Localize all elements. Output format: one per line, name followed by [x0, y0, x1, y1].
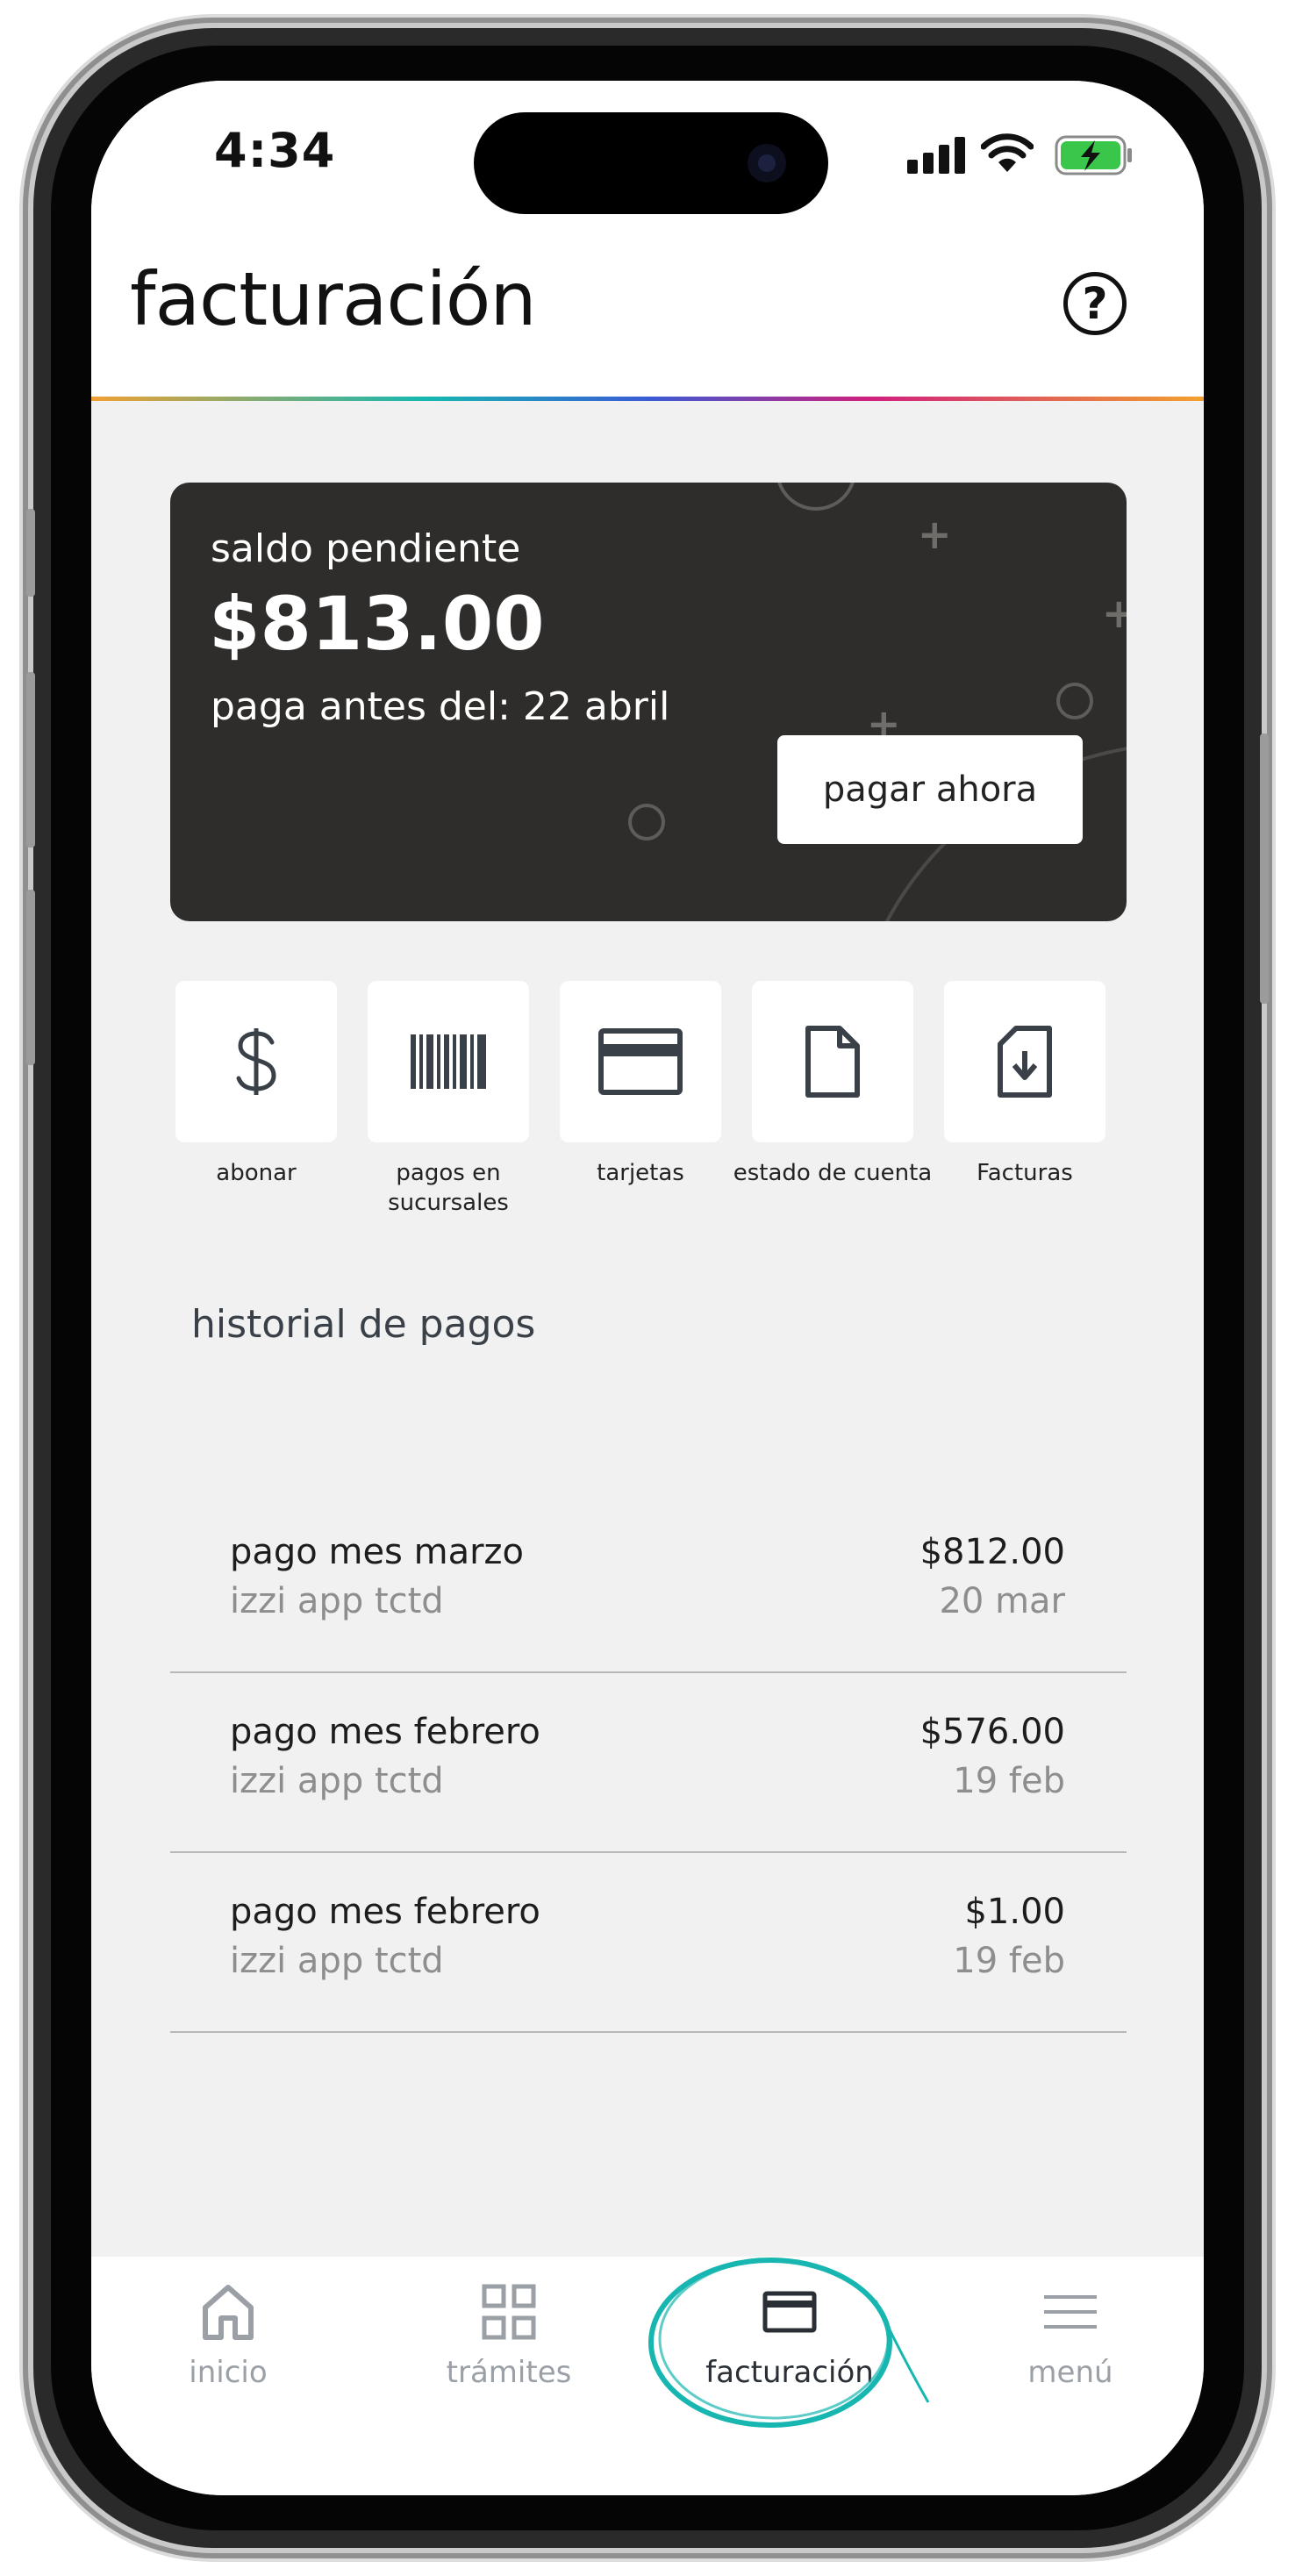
- question-circle-icon[interactable]: ?: [1063, 272, 1127, 335]
- abonar-button[interactable]: [175, 981, 337, 1142]
- quick-action-label: abonar: [216, 1160, 297, 1186]
- highlight-circle-annotation: [648, 2258, 930, 2428]
- history-item-date: 19 feb: [953, 1941, 1065, 1981]
- nav-menu[interactable]: menú: [956, 2257, 1184, 2415]
- pay-now-button[interactable]: pagar ahora: [777, 735, 1083, 844]
- nav-tramites[interactable]: trámites: [395, 2257, 623, 2415]
- history-item-amount: $1.00: [964, 1892, 1065, 1932]
- nav-label: menú: [1027, 2355, 1113, 2390]
- quick-action-label: estado de cuenta: [733, 1160, 933, 1186]
- nav-label: trámites: [446, 2355, 572, 2390]
- due-date-text: paga antes del: 22 abril: [211, 684, 670, 729]
- decorative-circle: [628, 804, 665, 841]
- dollar-icon: [236, 1028, 276, 1095]
- decorative-circle: [776, 483, 856, 511]
- nav-inicio[interactable]: inicio: [114, 2257, 342, 2415]
- history-item-title: pago mes marzo: [230, 1532, 524, 1572]
- screen: 4:34 facturación ? + + + saldo pendiente…: [91, 81, 1204, 2495]
- balance-card: + + + saldo pendiente $813.00 paga antes…: [170, 483, 1127, 921]
- power-button: [1260, 733, 1269, 1004]
- plus-decoration-icon: +: [918, 511, 952, 558]
- document-icon: [805, 1026, 860, 1098]
- facturas-button[interactable]: [944, 981, 1105, 1142]
- barcode-icon: [411, 1034, 486, 1089]
- history-item-subtitle: izzi app tctd: [230, 1941, 444, 1981]
- history-item-subtitle: izzi app tctd: [230, 1761, 444, 1801]
- history-item[interactable]: pago mes febrero izzi app tctd $1.00 19 …: [170, 1853, 1127, 2033]
- nav-label: inicio: [189, 2355, 268, 2390]
- decorative-circle: [1056, 683, 1093, 719]
- status-time: 4:34: [214, 123, 336, 178]
- history-item-date: 19 feb: [953, 1761, 1065, 1801]
- volume-down-button: [26, 890, 35, 1065]
- pagos-sucursales-button[interactable]: [368, 981, 529, 1142]
- history-item-amount: $576.00: [919, 1712, 1065, 1752]
- wifi-icon: [981, 133, 1034, 172]
- row-divider: [170, 2031, 1127, 2033]
- cellular-signal-icon: [907, 137, 965, 174]
- balance-label: saldo pendiente: [211, 526, 521, 571]
- battery-charging-icon: [1055, 135, 1132, 175]
- camera-icon: [748, 144, 786, 182]
- mute-switch: [26, 509, 35, 597]
- estado-cuenta-button[interactable]: [752, 981, 913, 1142]
- history-item-title: pago mes febrero: [230, 1712, 540, 1752]
- history-item[interactable]: pago mes febrero izzi app tctd $576.00 1…: [170, 1673, 1127, 1853]
- history-item-title: pago mes febrero: [230, 1892, 540, 1932]
- header-divider: [91, 397, 1204, 401]
- history-item-subtitle: izzi app tctd: [230, 1581, 444, 1621]
- tarjetas-button[interactable]: [560, 981, 721, 1142]
- hamburger-menu-icon: [1044, 2295, 1097, 2329]
- plus-decoration-icon: +: [1102, 590, 1127, 637]
- history-item[interactable]: pago mes marzo izzi app tctd $812.00 20 …: [170, 1493, 1127, 1673]
- history-item-amount: $812.00: [919, 1532, 1065, 1572]
- grid-icon: [482, 2284, 536, 2340]
- invoice-download-icon: [998, 1026, 1052, 1098]
- volume-up-button: [26, 672, 35, 848]
- history-item-date: 20 mar: [939, 1581, 1065, 1621]
- balance-amount: $813.00: [209, 581, 545, 667]
- quick-action-label: Facturas: [977, 1160, 1073, 1186]
- quick-action-label: tarjetas: [597, 1160, 684, 1186]
- history-title: historial de pagos: [191, 1302, 536, 1347]
- quick-action-label: pagos en sucursales: [388, 1160, 509, 1216]
- credit-card-icon: [598, 1028, 683, 1095]
- home-icon: [203, 2285, 254, 2340]
- page-title: facturación: [130, 256, 537, 342]
